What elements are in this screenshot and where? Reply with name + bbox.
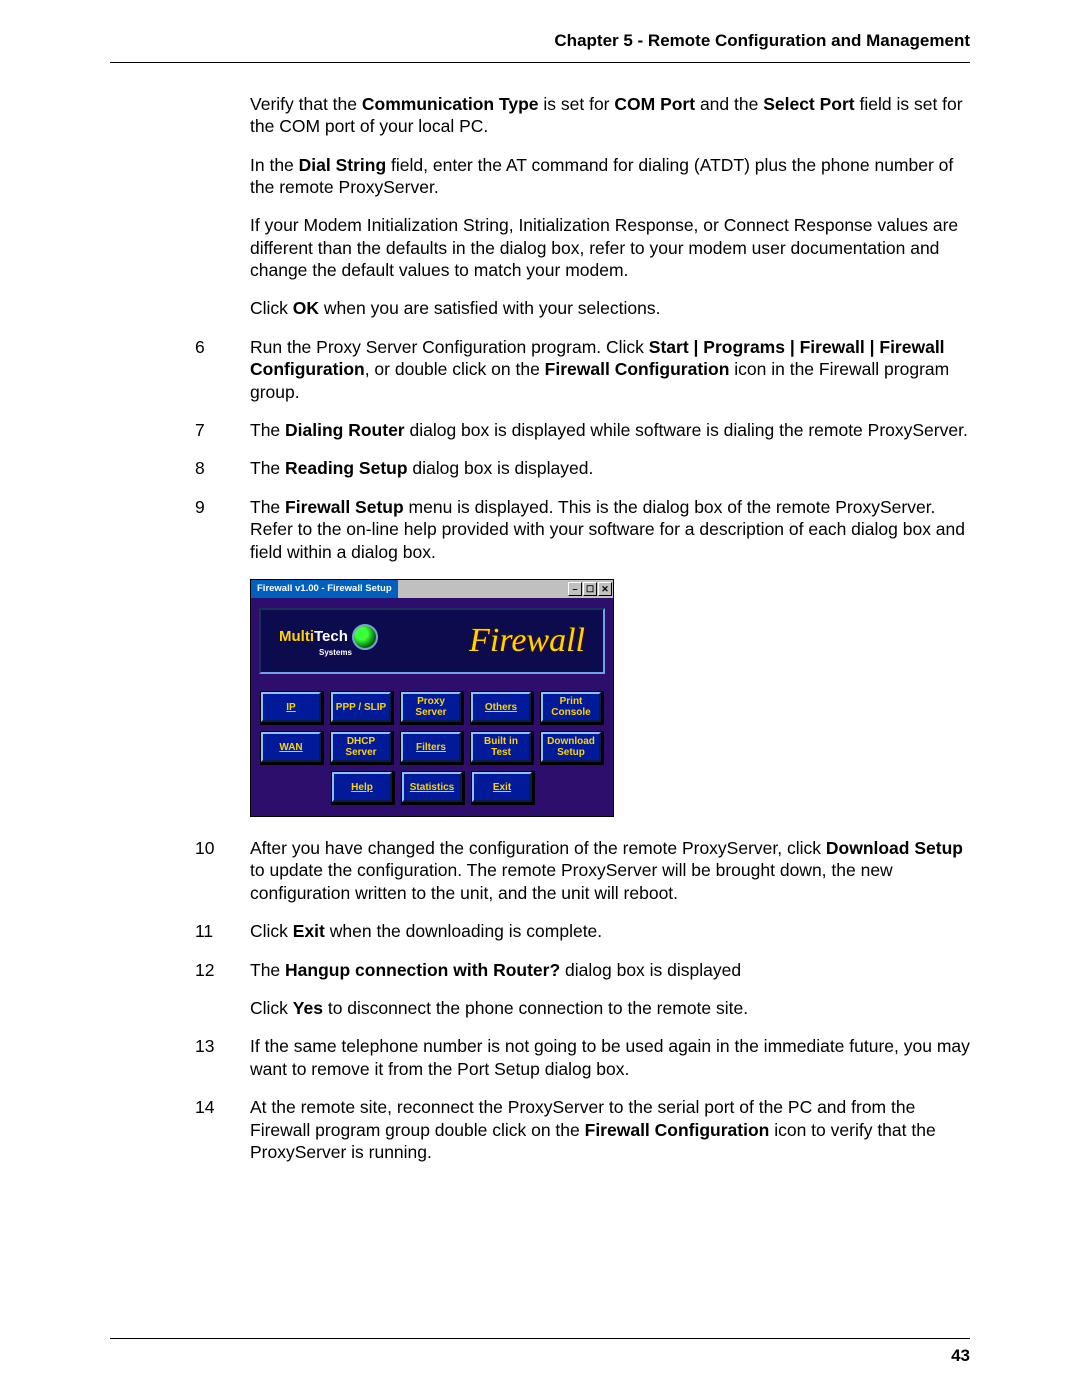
filters-button[interactable]: Filters [401,732,461,762]
step-9: 9 The Firewall Setup menu is displayed. … [195,496,970,563]
intro-para-3: If your Modem Initialization String, Ini… [195,214,970,281]
step-number: 8 [195,457,250,479]
step-number: 11 [195,920,250,942]
help-button[interactable]: Help [332,772,392,802]
dialog-titlebar: Firewall v1.00 - Firewall Setup – ☐ ✕ [251,580,613,598]
step-6: 6 Run the Proxy Server Configuration pro… [195,336,970,403]
intro-para-2: In the Dial String field, enter the AT c… [195,154,970,199]
print-console-button[interactable]: Print Console [541,692,601,722]
step-13: 13 If the same telephone number is not g… [195,1035,970,1080]
body-content: Verify that the Communication Type is se… [110,93,970,1164]
page-header: Chapter 5 - Remote Configuration and Man… [110,30,970,62]
logo-orb-icon [352,624,378,650]
step-14: 14 At the remote site, reconnect the Pro… [195,1096,970,1163]
proxy-server-button[interactable]: Proxy Server [401,692,461,722]
step-number: 14 [195,1096,250,1163]
statistics-button[interactable]: Statistics [402,772,462,802]
document-page: Chapter 5 - Remote Configuration and Man… [0,0,1080,1397]
step-12: 12 The Hangup connection with Router? di… [195,959,970,1020]
ip-button[interactable]: IP [261,692,321,722]
builtin-test-button[interactable]: Built in Test [471,732,531,762]
step-10: 10 After you have changed the configurat… [195,837,970,904]
dialog-title: Firewall v1.00 - Firewall Setup [251,580,398,598]
header-rule [110,62,970,63]
exit-button[interactable]: Exit [472,772,532,802]
maximize-icon[interactable]: ☐ [583,582,597,596]
dialog-banner: MultiTech Systems Firewall [259,608,605,674]
dhcp-server-button[interactable]: DHCP Server [331,732,391,762]
step-number: 9 [195,496,250,563]
step-number: 6 [195,336,250,403]
minimize-icon[interactable]: – [568,582,582,596]
others-button[interactable]: Others [471,692,531,722]
step-number: 13 [195,1035,250,1080]
step-number: 12 [195,959,250,1020]
ppp-slip-button[interactable]: PPP / SLIP [331,692,391,722]
intro-para-1: Verify that the Communication Type is se… [195,93,970,138]
page-number: 43 [110,1345,970,1367]
footer-rule [110,1338,970,1339]
step-8: 8 The Reading Setup dialog box is displa… [195,457,970,479]
download-setup-button[interactable]: Download Setup [541,732,601,762]
step-number: 10 [195,837,250,904]
close-icon[interactable]: ✕ [598,582,612,596]
wan-button[interactable]: WAN [261,732,321,762]
step-7: 7 The Dialing Router dialog box is displ… [195,419,970,441]
intro-para-4: Click OK when you are satisfied with you… [195,297,970,319]
banner-title: Firewall [469,619,585,663]
step-number: 7 [195,419,250,441]
firewall-setup-dialog: Firewall v1.00 - Firewall Setup – ☐ ✕ Mu… [250,579,614,817]
step-11: 11 Click Exit when the downloading is co… [195,920,970,942]
